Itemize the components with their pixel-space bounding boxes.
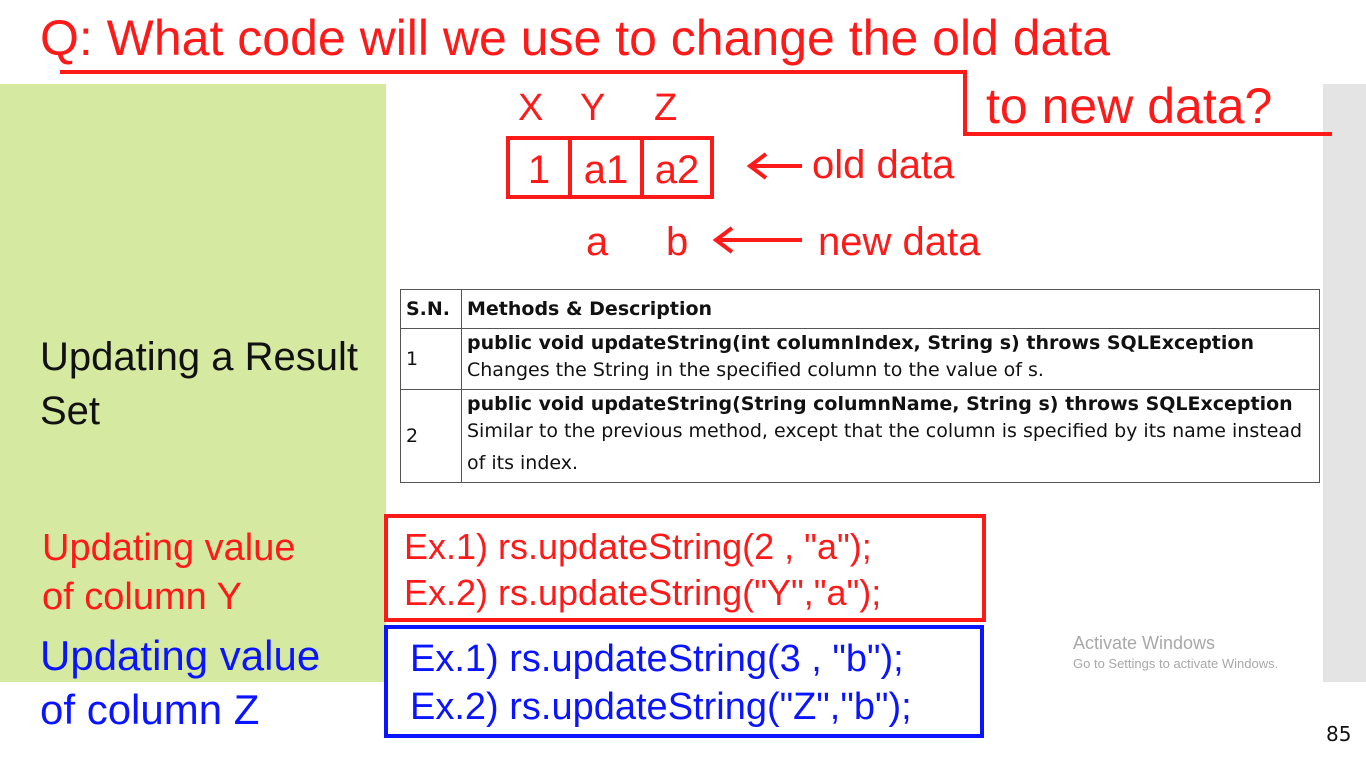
arrow-left-icon [746, 152, 802, 180]
old-cell-z: a2 [640, 140, 710, 195]
column-y-example-2: Ex.2) rs.updateString("Y","a"); [404, 572, 882, 613]
page-number: 85 [1326, 722, 1352, 746]
methods-table: S.N. Methods & Description 1 public void… [400, 289, 1320, 483]
old-data-cells: 1 a1 a2 [506, 136, 714, 199]
old-cell-x: 1 [527, 148, 551, 192]
column-z-label-line-2: of column Z [40, 686, 260, 733]
new-data-label: new data [818, 220, 981, 264]
method-signature: public void updateString(String columnNa… [467, 393, 1293, 415]
column-label-x: X [518, 87, 544, 129]
header-sn: S.N. [400, 289, 462, 329]
row-method: public void updateString(int columnIndex… [461, 328, 1320, 390]
column-label-z: Z [654, 87, 678, 129]
column-y-label-line-1: Updating value [42, 527, 296, 569]
method-signature: public void updateString(int columnIndex… [467, 332, 1254, 354]
column-z-example-1: Ex.1) rs.updateString(3 , "b"); [410, 638, 904, 680]
column-label-y: Y [580, 87, 606, 129]
method-description: Similar to the previous method, except t… [467, 420, 1303, 474]
arrow-left-icon [712, 226, 802, 254]
column-y-label-line-2: of column Y [42, 576, 242, 618]
watermark-subtitle: Go to Settings to activate Windows. [1073, 656, 1279, 671]
activation-watermark: Activate Windows Go to Settings to activ… [1073, 632, 1278, 674]
slide-title: Updating a Result Set [40, 335, 358, 433]
table-row: 1 public void updateString(int columnInd… [400, 328, 1320, 390]
old-data-label: old data [812, 143, 955, 187]
watermark-title: Activate Windows [1073, 633, 1216, 653]
row-sn: 2 [400, 389, 462, 483]
method-description: Changes the String in the specified colu… [467, 359, 1044, 381]
table-header-row: S.N. Methods & Description [400, 289, 1320, 329]
old-cell-y: a1 [568, 140, 640, 195]
column-z-label-line-1: Updating value [40, 632, 321, 679]
header-methods: Methods & Description [461, 289, 1320, 329]
column-z-code-box: Ex.1) rs.updateString(3 , "b"); Ex.2) rs… [384, 625, 984, 738]
new-value-z: b [666, 220, 689, 264]
table-row: 2 public void updateString(String column… [400, 389, 1320, 483]
column-y-example-1: Ex.1) rs.updateString(2 , "a"); [404, 526, 872, 567]
new-value-y: a [586, 220, 609, 264]
column-y-code-box: Ex.1) rs.updateString(2 , "a"); Ex.2) rs… [384, 514, 986, 622]
row-sn: 1 [400, 328, 462, 390]
row-method: public void updateString(String columnNa… [461, 389, 1320, 483]
column-z-example-2: Ex.2) rs.updateString("Z","b"); [410, 686, 912, 728]
